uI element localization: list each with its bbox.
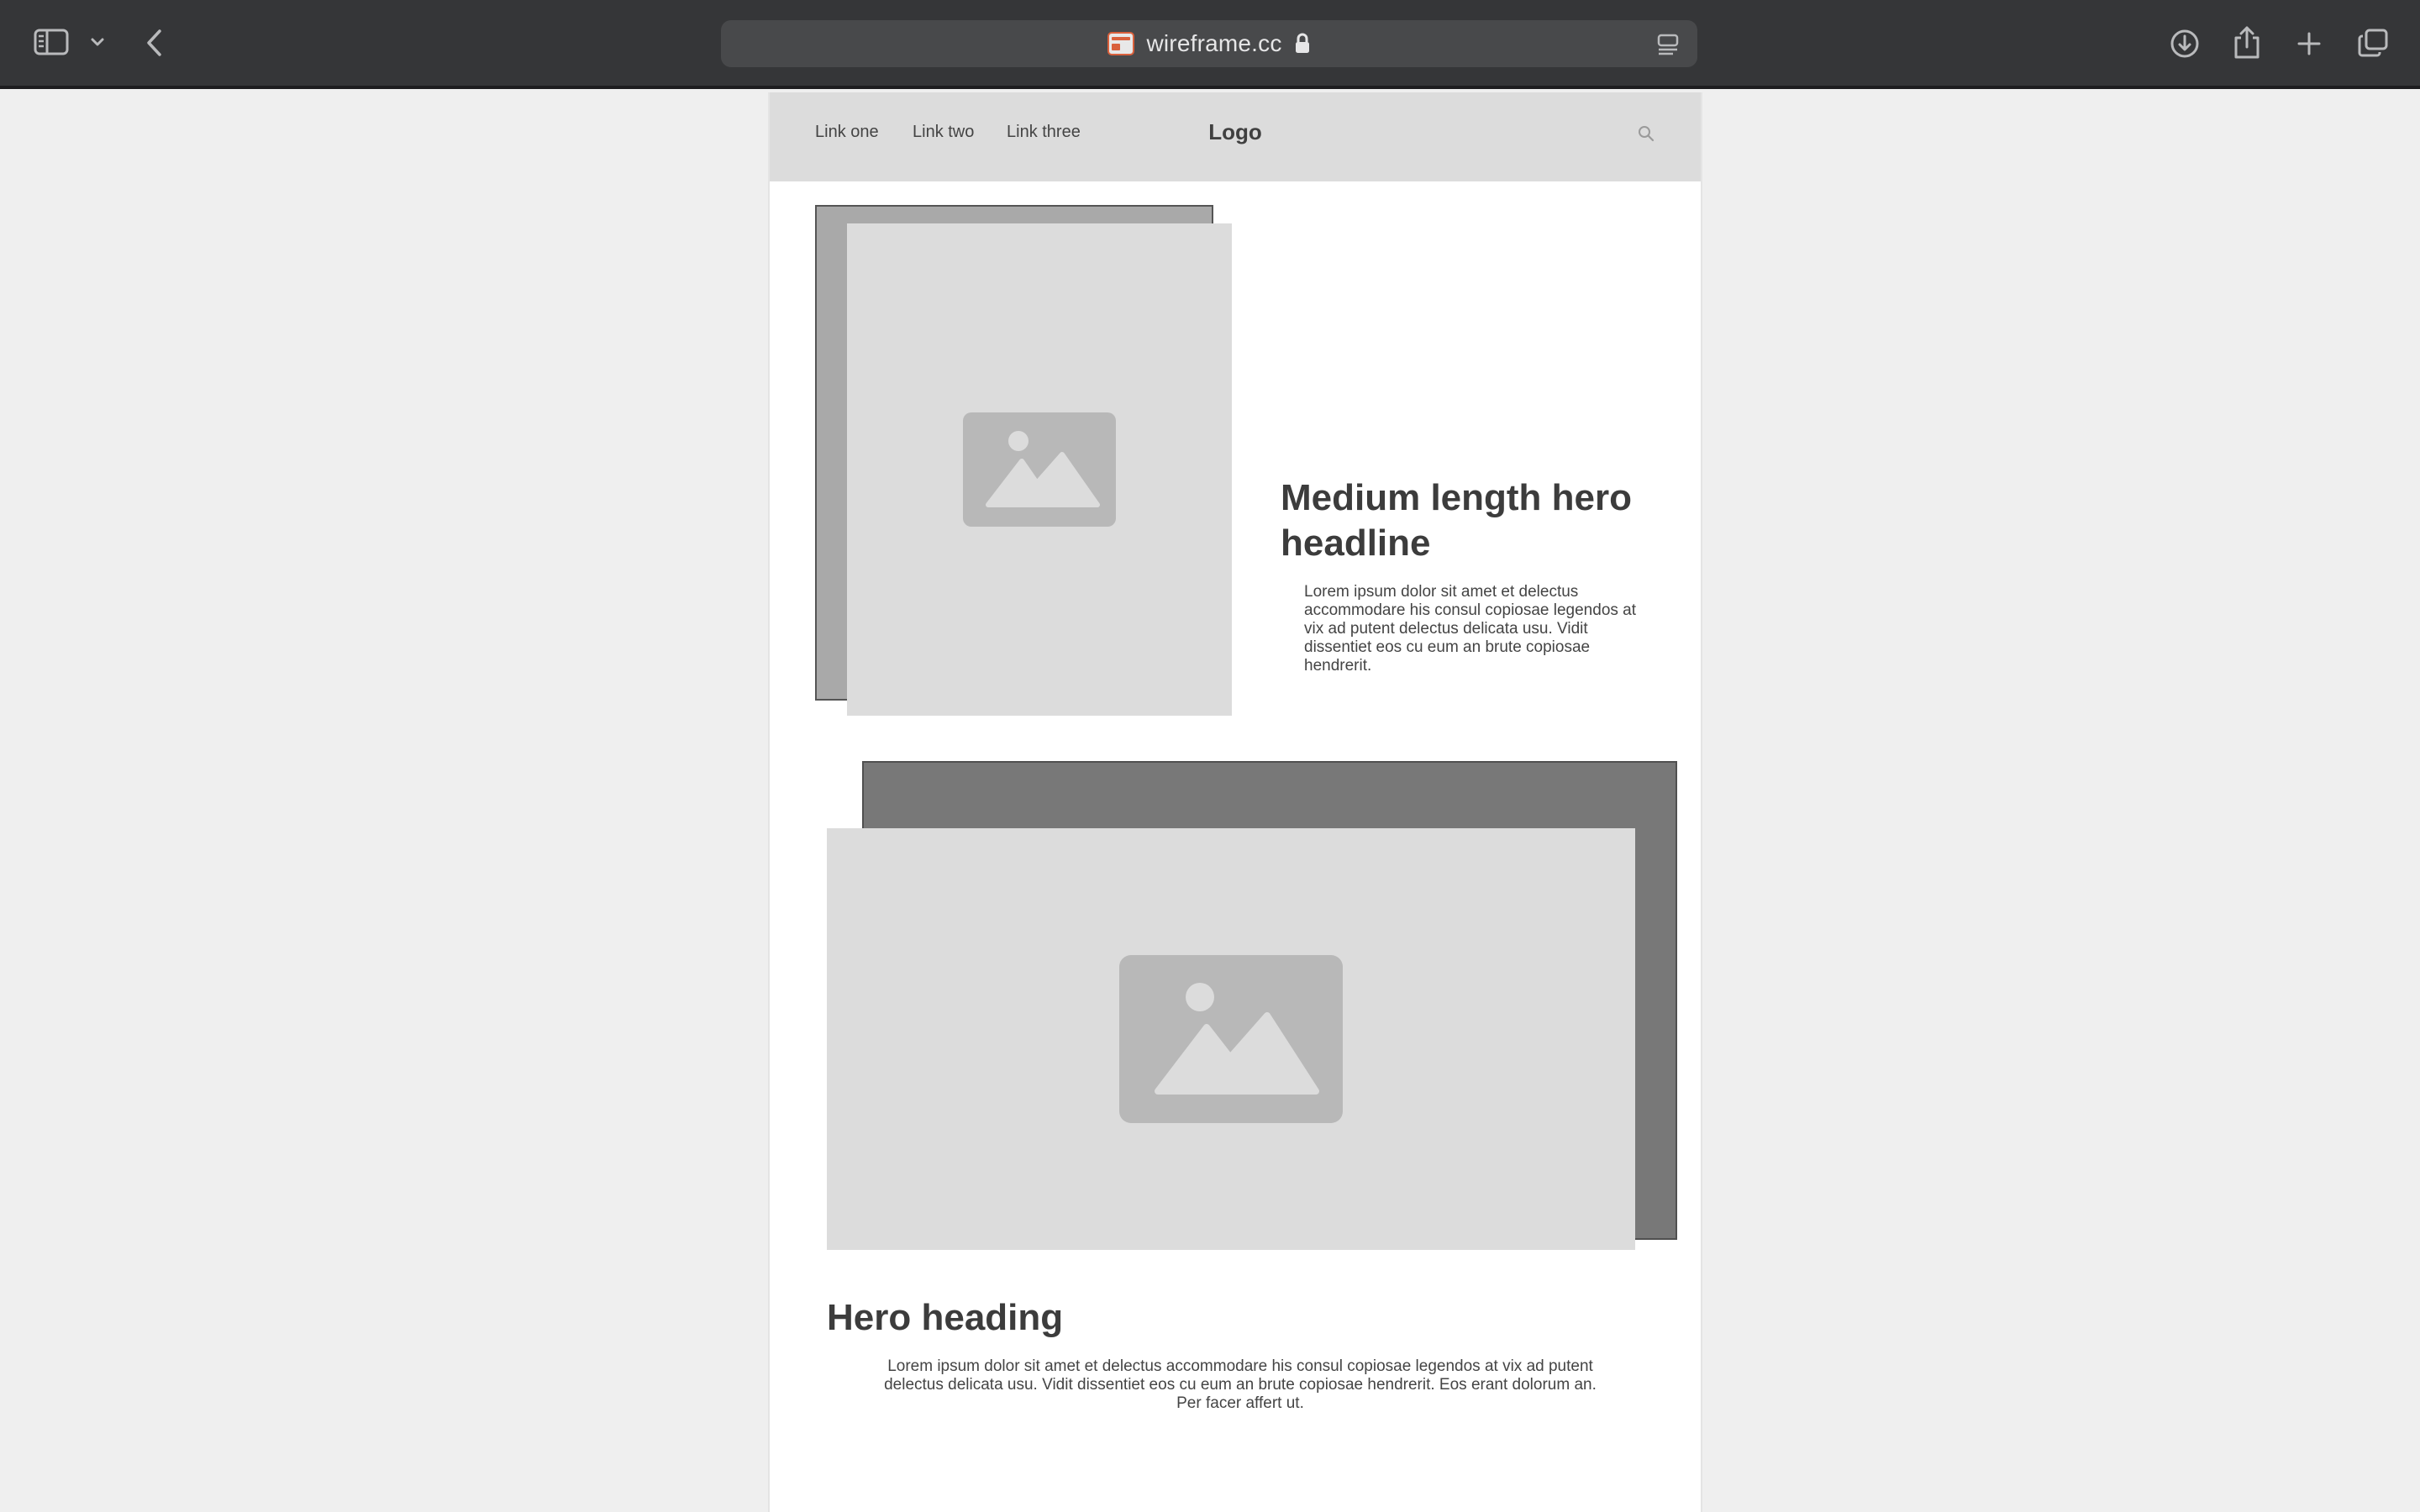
new-tab-button[interactable] bbox=[2292, 27, 2326, 60]
url-text: wireframe.cc bbox=[1146, 30, 1282, 56]
share-icon bbox=[2234, 26, 2260, 59]
sidebar-icon bbox=[34, 29, 69, 55]
hero2-image-placeholder bbox=[827, 828, 1635, 1250]
search-icon bbox=[1639, 126, 1655, 142]
hero1-image-placeholder bbox=[847, 223, 1232, 716]
web-page: Link one Link two Link three Logo Medium… bbox=[768, 92, 1702, 1512]
sidebar-toggle-button[interactable] bbox=[32, 25, 71, 59]
tab-overview-button[interactable] bbox=[2354, 25, 2391, 60]
share-button[interactable] bbox=[2228, 24, 2265, 62]
nav-search-button[interactable] bbox=[1637, 124, 1657, 144]
download-icon bbox=[2170, 29, 2199, 58]
chevron-down-icon bbox=[91, 38, 104, 46]
back-button[interactable] bbox=[141, 27, 168, 59]
lock-icon bbox=[1295, 33, 1309, 53]
hero1-body: Lorem ipsum dolor sit amet et delectus a… bbox=[1304, 583, 1637, 675]
back-icon bbox=[147, 29, 161, 56]
reader-button[interactable] bbox=[1655, 32, 1681, 57]
hero2-body: Lorem ipsum dolor sit amet et delectus a… bbox=[884, 1357, 1597, 1412]
site-nav: Link one Link two Link three Logo bbox=[770, 92, 1701, 181]
browser-toolbar: wireframe.cc bbox=[0, 0, 2420, 89]
hero1-headline: Medium length hero headline bbox=[1281, 477, 1632, 564]
tab-overview-icon bbox=[2358, 29, 2388, 57]
favicon bbox=[1107, 32, 1135, 55]
downloads-button[interactable] bbox=[2166, 25, 2203, 62]
image-placeholder-icon bbox=[963, 412, 1116, 527]
site-logo[interactable]: Logo bbox=[770, 119, 1701, 145]
reader-icon bbox=[1657, 34, 1679, 55]
hero2-heading: Hero heading bbox=[827, 1297, 1064, 1338]
address-bar[interactable]: wireframe.cc bbox=[721, 20, 1697, 67]
image-placeholder-icon bbox=[1119, 955, 1343, 1123]
sidebar-menu-button[interactable] bbox=[87, 32, 108, 52]
new-tab-plus-icon bbox=[2297, 32, 2321, 55]
